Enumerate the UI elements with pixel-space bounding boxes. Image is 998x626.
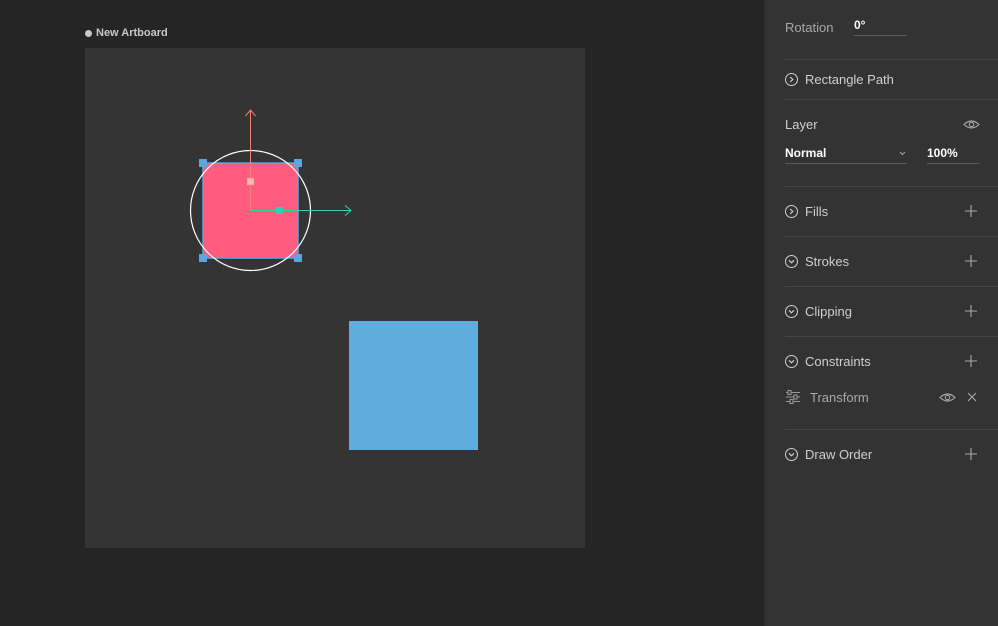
divider — [785, 336, 998, 337]
divider — [785, 236, 998, 237]
resize-handle-br[interactable] — [294, 254, 302, 262]
add-constraint-plus-icon[interactable] — [964, 354, 978, 368]
chevron-down-icon — [899, 151, 906, 156]
chevron-down-icon — [785, 254, 798, 268]
add-stroke-plus-icon[interactable] — [964, 254, 978, 268]
remove-transform-close-icon[interactable] — [967, 392, 977, 402]
divider — [785, 286, 998, 287]
add-draw-order-plus-icon[interactable] — [964, 447, 978, 461]
chevron-right-icon — [785, 72, 798, 86]
divider — [785, 429, 998, 430]
rotation-input[interactable]: 0° — [854, 18, 907, 36]
fills-section[interactable]: Fills — [785, 202, 998, 220]
inspector-panel: Rotation 0° Rectangle Path Layer Normal … — [764, 0, 998, 626]
draw-order-label: Draw Order — [805, 446, 873, 462]
rectangle-path-label: Rectangle Path — [805, 71, 894, 87]
chevron-down-icon — [785, 447, 798, 461]
strokes-label: Strokes — [805, 253, 850, 269]
clipping-label: Clipping — [805, 303, 852, 319]
draw-order-section[interactable]: Draw Order — [785, 445, 998, 463]
add-fill-plus-icon[interactable] — [964, 204, 978, 218]
rectangle-path-section[interactable]: Rectangle Path — [785, 70, 998, 88]
chevron-down-icon — [785, 304, 798, 318]
layer-visibility-eye-icon[interactable] — [963, 119, 980, 130]
blue-rectangle[interactable] — [349, 321, 478, 450]
y-axis-handle[interactable] — [246, 177, 255, 186]
layer-label: Layer — [785, 116, 818, 132]
strokes-section[interactable]: Strokes — [785, 252, 998, 270]
canvas-overlay — [189, 109, 478, 450]
fills-label: Fills — [805, 203, 829, 219]
transform-visibility-eye-icon[interactable] — [939, 392, 956, 403]
clipping-section[interactable]: Clipping — [785, 302, 998, 320]
blend-mode-select[interactable]: Normal — [785, 146, 907, 164]
add-clipping-plus-icon[interactable] — [964, 304, 978, 318]
resize-handle-tr[interactable] — [294, 159, 302, 167]
divider — [785, 186, 998, 187]
rotation-label: Rotation — [785, 19, 834, 35]
constraints-label: Constraints — [805, 353, 871, 369]
divider — [785, 99, 998, 100]
transform-label: Transform — [810, 389, 869, 405]
x-axis-handle[interactable] — [276, 207, 283, 214]
chevron-down-icon — [785, 354, 798, 368]
blend-row: Normal 100% — [785, 145, 998, 165]
sliders-icon — [786, 390, 800, 404]
resize-handle-bl[interactable] — [199, 254, 207, 262]
rotation-row: Rotation 0° — [785, 18, 998, 36]
chevron-right-icon — [785, 204, 798, 218]
divider — [785, 59, 998, 60]
blend-mode-value: Normal — [785, 146, 827, 160]
opacity-input[interactable]: 100% — [927, 146, 980, 164]
constraints-section[interactable]: Constraints — [785, 352, 998, 370]
resize-handle-tl[interactable] — [199, 159, 207, 167]
canvas-stage[interactable]: New Artboard — [0, 0, 764, 626]
